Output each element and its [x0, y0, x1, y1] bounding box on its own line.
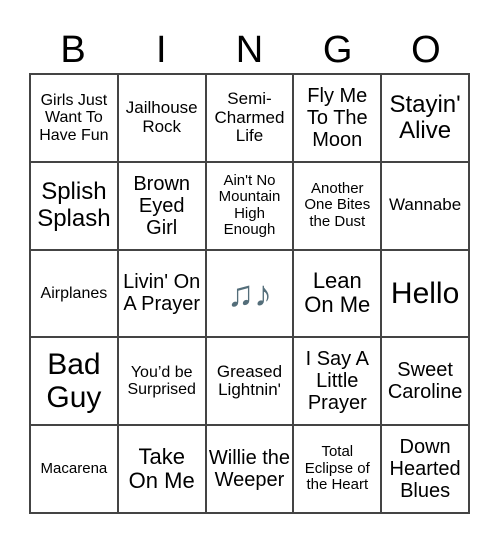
bingo-cell[interactable]: Macarena: [30, 425, 118, 513]
bingo-header: B I N G O: [29, 26, 470, 74]
bingo-cell[interactable]: You’d be Surprised: [117, 337, 206, 426]
bingo-cell[interactable]: Another One Bites the Dust: [293, 161, 382, 250]
bingo-cell[interactable]: Total Eclipse of the Heart: [293, 425, 382, 513]
bingo-grid: Girls Just Want To Have Fun Jailhouse Ro…: [29, 73, 470, 514]
bingo-cell[interactable]: Lean On Me: [293, 249, 382, 338]
header-letter-i: I: [156, 29, 167, 71]
free-space-cell[interactable]: ♫♪: [205, 249, 294, 338]
bingo-cell[interactable]: Greased Lightnin': [205, 337, 294, 426]
bingo-cell[interactable]: Jailhouse Rock: [117, 74, 206, 162]
bingo-cell[interactable]: Livin' On A Prayer: [117, 249, 206, 338]
bingo-cell[interactable]: Fly Me To The Moon: [293, 74, 382, 162]
bingo-cell[interactable]: Sweet Caroline: [381, 337, 469, 426]
bingo-cell[interactable]: Willie the Weeper: [205, 425, 294, 513]
bingo-cell[interactable]: Girls Just Want To Have Fun: [30, 74, 118, 162]
bingo-cell[interactable]: Ain't No Mountain High Enough: [205, 161, 294, 250]
bingo-cell[interactable]: Hello: [381, 249, 469, 338]
music-notes-icon: ♫♪: [226, 272, 272, 314]
bingo-cell[interactable]: Bad Guy: [30, 337, 118, 426]
header-letter-g: G: [322, 29, 353, 71]
bingo-cell[interactable]: Down Hearted Blues: [381, 425, 469, 513]
bingo-cell[interactable]: Airplanes: [30, 249, 118, 338]
header-letter-o: O: [411, 29, 441, 71]
bingo-cell[interactable]: Stayin' Alive: [381, 74, 469, 162]
bingo-cell[interactable]: I Say A Little Prayer: [293, 337, 382, 426]
bingo-cell[interactable]: Brown Eyed Girl: [117, 161, 206, 250]
bingo-cell[interactable]: Splish Splash: [30, 161, 118, 250]
bingo-cell[interactable]: Wannabe: [381, 161, 469, 250]
bingo-cell[interactable]: Semi-Charmed Life: [205, 74, 294, 162]
header-letter-n: N: [235, 29, 264, 71]
bingo-cell[interactable]: Take On Me: [117, 425, 206, 513]
header-letter-b: B: [60, 29, 86, 71]
